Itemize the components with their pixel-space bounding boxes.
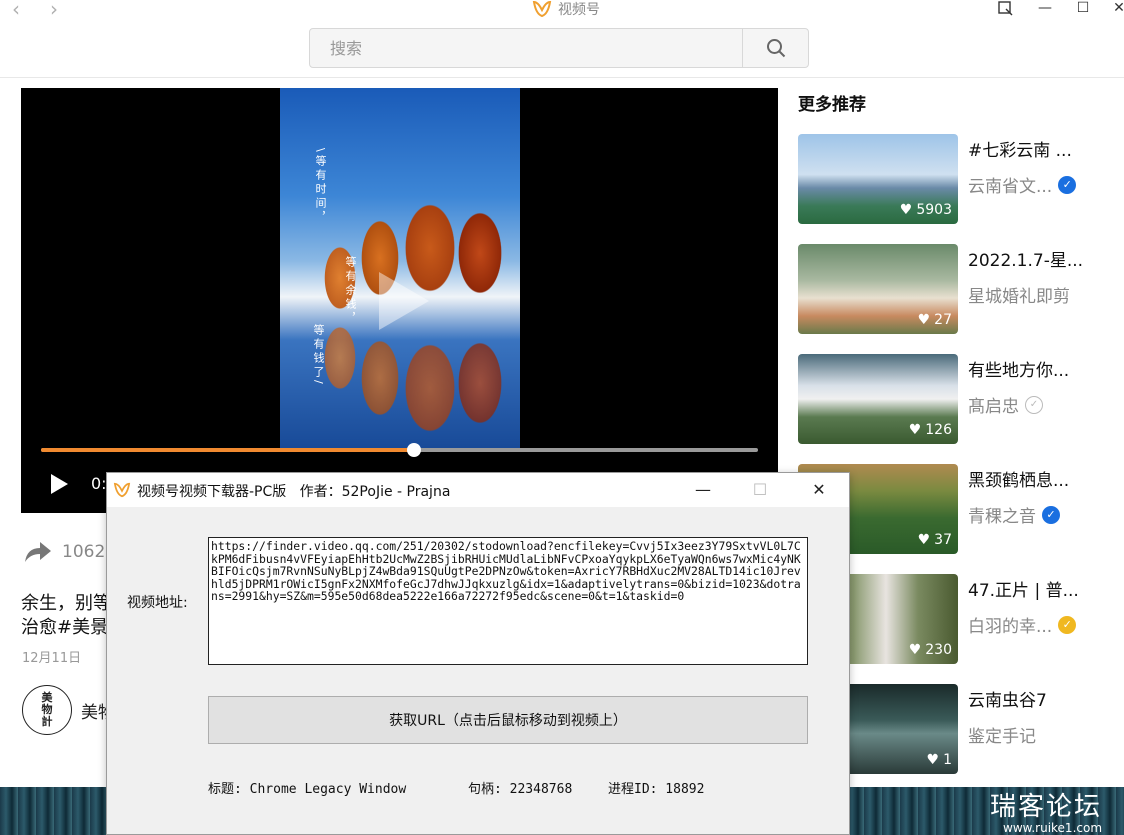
caption-line-1: 余生，别等 xyxy=(21,593,111,614)
url-textarea[interactable]: https://finder.video.qq.com/251/20302/st… xyxy=(208,537,808,665)
frame-text-3: 等有钱了/ xyxy=(312,324,325,387)
rec-author: 髙启忠 ✓ xyxy=(968,392,1043,417)
rec-likes: ♥ 5903 xyxy=(899,202,952,218)
minimize-icon[interactable]: — xyxy=(1034,0,1056,18)
caption-line-2: 治愈#美景 xyxy=(21,617,109,638)
heart-icon: ♥ xyxy=(917,532,931,548)
rec-thumbnail: ♥ 27 xyxy=(798,244,958,334)
app-title-text: 视频号 xyxy=(558,2,600,18)
close-icon[interactable]: ✕ xyxy=(1108,0,1124,18)
watermark-url: www.ruike1.com xyxy=(1003,821,1103,835)
rec-item[interactable]: ♥ 27 2022.1.7-星... 星城婚礼即剪 xyxy=(798,244,1124,354)
time-label: 0: xyxy=(91,474,107,493)
rec-likes: ♥ 37 xyxy=(917,532,952,548)
video-player[interactable]: \等有时间， 等有余钱， 等有钱了/ 0: xyxy=(21,88,778,513)
url-label: 视频地址: xyxy=(127,595,188,611)
maximize-icon[interactable]: ☐ xyxy=(1072,0,1094,18)
progress-bar[interactable] xyxy=(41,443,758,457)
heart-icon: ♥ xyxy=(908,422,922,438)
search-button[interactable] xyxy=(742,29,808,67)
verified-gold-icon: ✓ xyxy=(1058,615,1077,634)
pin-window-icon[interactable] xyxy=(994,0,1016,18)
rec-author: 白羽的幸... ✓ xyxy=(968,612,1077,637)
rec-author: 鉴定手记 xyxy=(968,727,1036,747)
app-window: ‹ › 视频号 — ☐ ✕ \等有时间， xyxy=(0,0,1124,835)
rec-title: 2022.1.7-星... xyxy=(968,251,1084,271)
heart-icon: ♥ xyxy=(917,312,931,328)
rec-author: 云南省文... ✓ xyxy=(968,172,1077,197)
forward-icon[interactable]: › xyxy=(44,0,64,20)
play-overlay-icon[interactable] xyxy=(373,266,433,336)
rec-title: #七彩云南 ... xyxy=(968,141,1072,161)
progress-knob[interactable] xyxy=(406,443,421,457)
dialog-titlebar: 视频号视频下载器-PC版 作者：52PoJie - Prajna — ☐ ✕ xyxy=(107,473,849,507)
rec-title: 47.正片 | 普... xyxy=(968,581,1079,601)
rec-title: 有些地方你... xyxy=(968,361,1070,381)
verified-icon: ✓ xyxy=(1058,175,1077,194)
window-handle-info: 句柄: 22348768 xyxy=(468,782,573,797)
progress-fill xyxy=(41,448,414,452)
share-row[interactable]: 1062 xyxy=(24,540,105,564)
get-url-button[interactable]: 获取URL（点击后鼠标移动到视频上） xyxy=(208,696,808,744)
heart-icon: ♥ xyxy=(899,202,913,218)
author-avatar[interactable]: 美物計 xyxy=(22,685,72,735)
dialog-close-icon[interactable]: ✕ xyxy=(807,479,831,501)
rec-item[interactable]: ♥ 5903 #七彩云南 ... 云南省文... ✓ xyxy=(798,134,1124,244)
search-icon xyxy=(766,39,785,58)
dialog-maximize-icon: ☐ xyxy=(752,480,768,499)
rec-author: 星城婚礼即剪 xyxy=(968,287,1070,307)
author-avatar-text: 美物計 xyxy=(41,691,53,728)
verified-outline-icon: ✓ xyxy=(1025,395,1043,414)
verified-icon: ✓ xyxy=(1042,505,1060,524)
rec-title: 黑颈鹤栖息... xyxy=(968,471,1070,491)
post-caption: 余生，别等 治愈#美景 xyxy=(21,592,111,640)
process-id-info: 进程ID: 18892 xyxy=(608,782,705,797)
rec-title: 云南虫谷7 xyxy=(968,691,1047,711)
rec-author: 青稞之音 ✓ xyxy=(968,502,1060,527)
rec-likes: ♥ 27 xyxy=(917,312,952,328)
app-title: 视频号 xyxy=(532,0,600,18)
frame-text-2: 等有余钱， xyxy=(344,256,357,326)
recommendations-title: 更多推荐 xyxy=(798,95,866,115)
downloader-dialog: 视频号视频下载器-PC版 作者：52PoJie - Prajna — ☐ ✕ 视… xyxy=(106,472,850,835)
play-icon[interactable] xyxy=(49,473,69,495)
watermark-main: 瑞客论坛 xyxy=(990,792,1103,822)
rec-likes: ♥ 230 xyxy=(908,642,952,658)
search-bar xyxy=(309,28,809,68)
channels-logo-icon xyxy=(532,0,552,18)
search-input[interactable] xyxy=(310,29,742,67)
rec-likes: ♥ 126 xyxy=(908,422,952,438)
back-icon[interactable]: ‹ xyxy=(6,0,26,20)
frame-text-1: \等有时间， xyxy=(314,148,327,225)
dialog-title: 视频号视频下载器-PC版 作者：52PoJie - Prajna xyxy=(137,484,451,500)
dialog-minimize-icon[interactable]: — xyxy=(691,479,715,501)
share-count: 1062 xyxy=(62,542,106,562)
heart-icon: ♥ xyxy=(908,642,922,658)
channels-logo-icon xyxy=(113,482,131,498)
post-date: 12月11日 xyxy=(22,651,82,666)
title-bar: ‹ › 视频号 — ☐ ✕ xyxy=(0,0,1124,78)
forum-watermark: 瑞客论坛 www.ruike1.com xyxy=(990,786,1102,835)
rec-thumbnail: ♥ 126 xyxy=(798,354,958,444)
share-icon xyxy=(25,542,51,562)
rec-thumbnail: ♥ 5903 xyxy=(798,134,958,224)
heart-icon: ♥ xyxy=(926,752,940,768)
window-title-info: 标题: Chrome Legacy Window xyxy=(208,782,407,797)
rec-likes: ♥ 1 xyxy=(926,752,952,768)
rec-item[interactable]: ♥ 126 有些地方你... 髙启忠 ✓ xyxy=(798,354,1124,464)
